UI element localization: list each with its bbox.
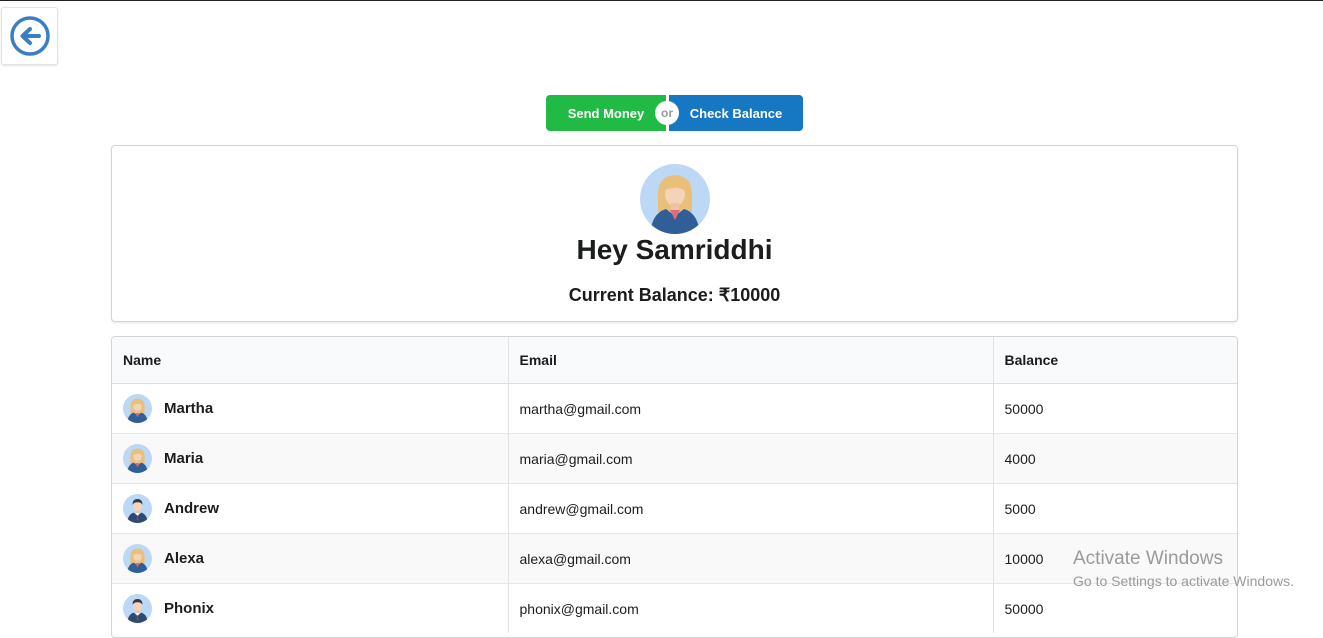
- current-balance: Current Balance: ₹10000: [568, 285, 781, 305]
- user-balance: 50000: [992, 383, 1237, 434]
- table-row[interactable]: Alexa alexa@gmail.com 10000: [112, 533, 1237, 584]
- table-row[interactable]: Martha martha@gmail.com 50000: [112, 383, 1237, 434]
- user-email: alexa@gmail.com: [507, 533, 993, 584]
- greeting-heading: Hey Samriddhi: [576, 234, 773, 265]
- table-row[interactable]: Phonix phonix@gmail.com 50000: [112, 583, 1237, 633]
- user-email: andrew@gmail.com: [507, 483, 993, 534]
- table-row[interactable]: Maria maria@gmail.com 4000: [112, 433, 1237, 484]
- profile-card: Hey Samriddhi Current Balance: ₹10000: [111, 145, 1238, 322]
- user-name: Martha: [164, 400, 214, 417]
- table-header-row: Name Email Balance: [112, 337, 1237, 384]
- back-button[interactable]: [1, 7, 58, 65]
- user-name: Alexa: [164, 550, 205, 567]
- user-balance: 4000: [992, 433, 1237, 484]
- or-separator: or: [655, 101, 679, 125]
- user-email: maria@gmail.com: [507, 433, 993, 484]
- header-name: Name: [112, 337, 508, 384]
- user-balance: 10000: [992, 533, 1237, 584]
- table-row[interactable]: Andrew andrew@gmail.com 5000: [112, 483, 1237, 534]
- user-email: martha@gmail.com: [507, 383, 993, 434]
- user-email: phonix@gmail.com: [507, 583, 993, 633]
- header-email: Email: [507, 337, 993, 384]
- user-name: Maria: [164, 450, 204, 467]
- header-balance: Balance: [992, 337, 1237, 384]
- male-avatar-icon: [123, 494, 152, 523]
- male-avatar-icon: [123, 594, 152, 623]
- top-border: [0, 0, 1323, 1]
- check-balance-button[interactable]: Check Balance: [669, 95, 803, 131]
- send-money-button[interactable]: Send Money: [546, 95, 666, 131]
- user-name: Phonix: [164, 600, 215, 617]
- female-avatar-icon: [640, 164, 710, 234]
- female-avatar-icon: [123, 444, 152, 473]
- user-balance: 5000: [992, 483, 1237, 534]
- arrow-left-circle-icon: [9, 16, 50, 56]
- user-name: Andrew: [164, 500, 220, 517]
- user-balance: 50000: [992, 583, 1237, 633]
- action-button-group: Send Money Check Balance or: [546, 95, 803, 131]
- users-table: Name Email Balance Martha martha@gmail.c…: [111, 336, 1238, 638]
- female-avatar-icon: [123, 544, 152, 573]
- female-avatar-icon: [123, 394, 152, 423]
